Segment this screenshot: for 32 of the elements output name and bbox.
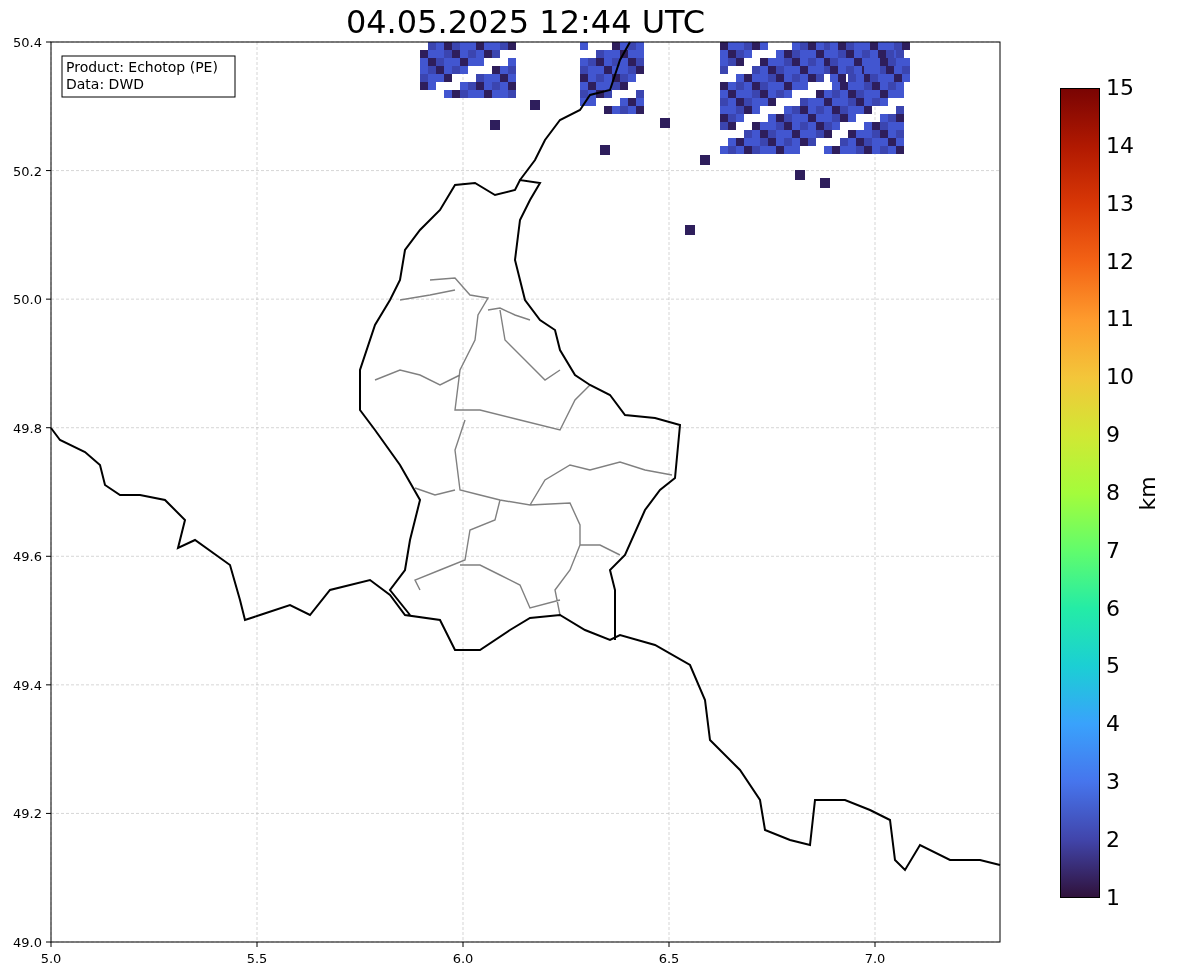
y-tick-label: 49.6 [13,549,42,565]
colorbar-tick-label: 2 [1106,826,1121,853]
colorbar-tick-label: 4 [1106,711,1121,738]
colorbar-tick-label: 3 [1106,769,1121,796]
y-tick-label: 49.2 [13,806,42,822]
colorbar-tick-label: 15 [1106,75,1134,101]
colorbar-tick-label: 7 [1106,537,1121,564]
chart-title: 04.05.2025 12:44 UTC [345,2,706,42]
colorbar-tick-label: 8 [1106,479,1121,506]
x-tick-label: 5.0 [40,951,62,966]
colorbar-tick-label: 13 [1106,190,1134,217]
colorbar-tick-label: 5 [1106,653,1121,680]
info-text: Data: DWD [66,76,144,92]
x-tick-label: 7.0 [864,951,886,966]
colorbar-label: km [1133,475,1161,511]
colorbar-tick-label: 10 [1106,364,1134,391]
colorbar-tick-label: 6 [1106,595,1121,622]
colorbar-tick-label: 14 [1106,132,1134,159]
x-tick-label: 5.5 [246,951,268,966]
x-tick-label: 6.5 [658,951,680,966]
y-tick-label: 50.2 [13,163,42,179]
info-text: Product: Echotop (PE) [66,59,218,75]
x-tick-label: 6.0 [452,951,474,966]
colorbar-tick-label: 11 [1106,306,1134,333]
y-tick-label: 49.4 [13,677,42,693]
y-tick-label: 50.4 [13,35,42,50]
y-tick-label: 49.8 [13,420,42,436]
y-tick-label: 50.0 [13,292,42,308]
colorbar-tick-label: 1 [1106,884,1121,911]
colorbar-tick-label: 9 [1106,422,1121,449]
colorbar-tick-label: 12 [1106,248,1134,275]
y-tick-label: 49.0 [13,935,42,950]
